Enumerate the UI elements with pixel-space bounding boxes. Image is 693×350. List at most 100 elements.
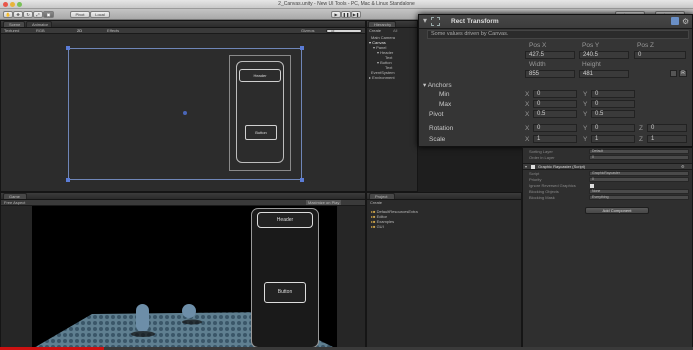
scene-header-element[interactable]: Header — [239, 69, 281, 82]
scale-z-field[interactable]: 1 — [647, 135, 687, 143]
rect-transform-title: Rect Transform — [451, 18, 499, 25]
max-label: Max — [439, 101, 452, 108]
blueprint-mode-button[interactable] — [670, 70, 677, 77]
scale-tool-button[interactable]: ⤢ — [33, 10, 43, 18]
canvas-handle-top-left[interactable] — [66, 46, 70, 50]
max-x-field[interactable]: 0 — [533, 100, 577, 108]
gear-icon[interactable]: ⚙ — [682, 17, 689, 26]
pivot-x-axis-label: X — [525, 111, 530, 118]
rot-x-field[interactable]: 0 — [533, 124, 577, 132]
anchors-label-text: Anchors — [427, 82, 452, 89]
help-icon[interactable] — [671, 17, 679, 25]
canvas-handle-top-right[interactable] — [300, 46, 304, 50]
hierarchy-create-button[interactable]: Create — [369, 28, 381, 33]
rect-transform-zoom: ▾ Rect Transform ⚙ Some values driven by… — [418, 14, 693, 147]
hierarchy-item[interactable]: ▸ Environment — [369, 75, 395, 80]
graphic-raycaster-header[interactable]: ▾ Graphic Raycaster (Script) ⚙ — [523, 163, 692, 170]
tab-hierarchy[interactable]: Hierarchy — [368, 21, 396, 27]
scale-y-axis-label: Y — [583, 136, 588, 143]
canvas-handle-bottom-left[interactable] — [66, 178, 70, 182]
rot-x-axis-label: X — [525, 125, 530, 132]
hierarchy-search-input[interactable]: All — [393, 28, 397, 33]
game-letterbox-right — [337, 206, 365, 349]
local-toggle[interactable]: Local — [90, 10, 110, 18]
rgb-dropdown[interactable]: RGB — [36, 28, 45, 33]
scene-search-input[interactable]: All — [326, 29, 362, 33]
order-in-layer-value: 0 — [592, 155, 594, 159]
step-button[interactable]: ▶❚ — [351, 10, 361, 18]
effects-dropdown[interactable]: Effects — [107, 28, 119, 33]
hierarchy-panel: Hierarchy Create All Main Camera ▾ Canva… — [366, 20, 418, 192]
ui-header[interactable]: Header — [257, 212, 313, 228]
min-y-field[interactable]: 0 — [591, 90, 635, 98]
scale-x-field[interactable]: 1 — [533, 135, 577, 143]
canvas-pivot[interactable] — [183, 111, 187, 115]
gizmos-dropdown[interactable]: Gizmos — [301, 28, 315, 33]
canvas-handle-bottom-right[interactable] — [300, 178, 304, 182]
rot-z-value: 0 — [651, 125, 655, 131]
play-button[interactable]: ▶ — [331, 10, 341, 18]
height-value: 481 — [583, 71, 594, 77]
scale-x-value: 1 — [537, 136, 541, 142]
tab-animator[interactable]: Animator — [26, 21, 52, 27]
order-in-layer-field[interactable]: 0 — [589, 155, 689, 160]
pos-z-value: 0 — [638, 52, 642, 58]
game-viewport[interactable]: Header Button — [32, 206, 337, 349]
pos-y-field[interactable]: 240.5 — [579, 51, 629, 59]
scale-y-field[interactable]: 1 — [591, 135, 635, 143]
scene-button-element[interactable]: Button — [245, 125, 277, 140]
collapse-arrow-icon[interactable]: ▾ — [423, 16, 427, 25]
width-field[interactable]: 855 — [525, 70, 575, 78]
shading-dropdown[interactable]: Textured — [4, 28, 19, 33]
ignore-reversed-checkbox[interactable] — [590, 184, 594, 188]
game-panel: Game Free Aspect Maximize on Play Header… — [0, 192, 366, 350]
pos-z-label: Pos Z — [637, 42, 654, 49]
raw-edit-button[interactable]: R — [679, 70, 687, 77]
max-y-value: 0 — [595, 101, 599, 107]
rot-y-field[interactable]: 0 — [591, 124, 635, 132]
min-x-field[interactable]: 0 — [533, 90, 577, 98]
rotate-tool-button[interactable]: ↻ — [23, 10, 33, 18]
collapse-arrow-icon[interactable]: ▾ — [525, 164, 527, 169]
blocking-objects-dropdown[interactable]: None — [589, 189, 689, 194]
move-tool-button[interactable]: ✥ — [13, 10, 23, 18]
tab-scene[interactable]: Scene — [3, 21, 25, 27]
tab-game[interactable]: Game — [3, 193, 27, 199]
inspector-panel: Sorting Layer Default Order in Layer 0 ▾… — [522, 147, 693, 350]
priority-field[interactable]: 0 — [589, 177, 689, 182]
title-bar: 2_Canvas.unity - New UI Tools - PC, Mac … — [0, 0, 693, 9]
project-folder[interactable]: ▸■ GUI — [371, 224, 384, 229]
rot-z-field[interactable]: 0 — [647, 124, 687, 132]
pivot-toggle[interactable]: Pivot — [70, 10, 90, 18]
pivot-x-field[interactable]: 0.5 — [533, 110, 577, 118]
window-title: 2_Canvas.unity - New UI Tools - PC, Mac … — [278, 1, 415, 7]
tab-project[interactable]: Project — [369, 193, 395, 199]
max-y-field[interactable]: 0 — [591, 100, 635, 108]
rect-tool-button[interactable]: ▣ — [43, 10, 54, 18]
hand-tool-button[interactable]: ✋ — [3, 10, 13, 18]
enabled-checkbox[interactable] — [531, 165, 535, 169]
pause-button[interactable]: ❚❚ — [341, 10, 351, 18]
scale-z-value: 1 — [651, 136, 655, 142]
project-create-button[interactable]: Create — [370, 200, 382, 205]
ui-button[interactable]: Button — [264, 282, 306, 303]
2d-toggle[interactable]: 2D — [77, 28, 82, 33]
min-y-axis-label: Y — [583, 91, 588, 98]
height-field[interactable]: 481 — [579, 70, 629, 78]
pivot-y-value: 0.5 — [595, 111, 604, 117]
pivot-y-field[interactable]: 0.5 — [591, 110, 635, 118]
anchors-label[interactable]: ▾ Anchors — [423, 81, 452, 89]
blocking-mask-dropdown[interactable]: Everything — [589, 195, 689, 200]
aspect-dropdown[interactable]: Free Aspect — [4, 200, 25, 205]
order-in-layer-label: Order in Layer — [529, 155, 555, 160]
sorting-layer-dropdown[interactable]: Default — [589, 149, 689, 154]
hierarchy-item-label: Environment — [372, 75, 395, 80]
blocking-objects-label: Blocking Objects — [529, 189, 559, 194]
pos-z-field[interactable]: 0 — [634, 51, 686, 59]
gear-icon[interactable]: ⚙ — [681, 164, 685, 169]
driven-notice: Some values driven by Canvas. — [427, 30, 689, 39]
pos-x-field[interactable]: 427.5 — [525, 51, 575, 59]
script-field[interactable]: GraphicRaycaster — [589, 171, 689, 176]
add-component-button[interactable]: Add Component — [585, 207, 649, 214]
maximize-on-play-toggle[interactable]: Maximize on Play — [306, 200, 342, 205]
